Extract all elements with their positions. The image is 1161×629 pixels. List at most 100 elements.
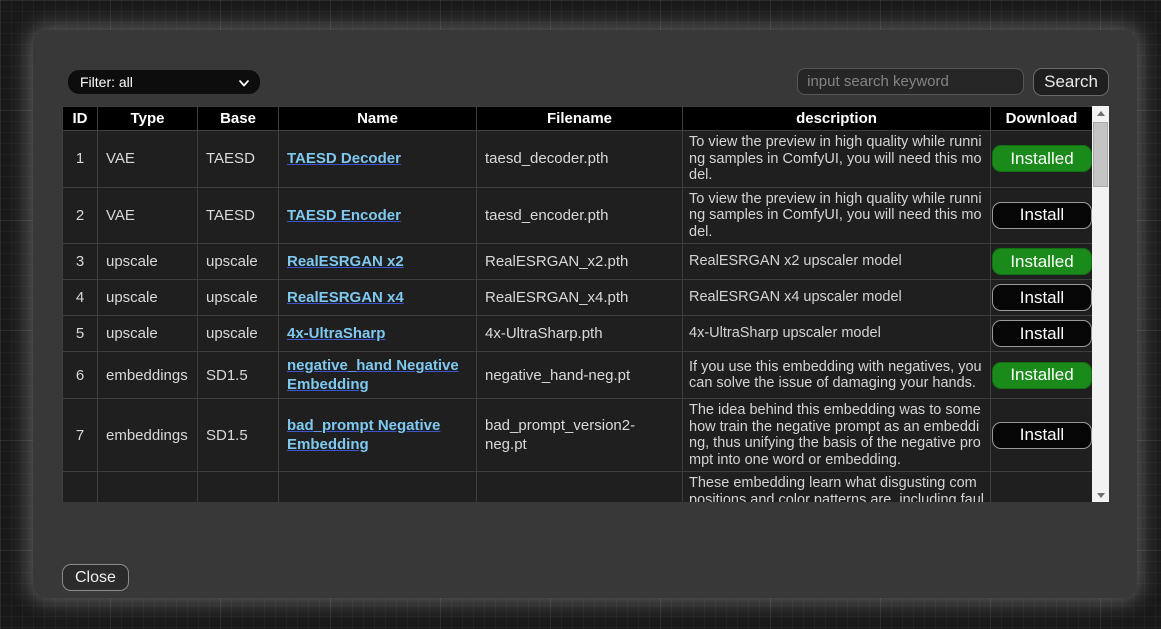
cell-id: 5	[63, 316, 98, 352]
cell-type: VAE	[98, 131, 198, 188]
table-row: 5 upscale upscale 4x-UltraSharp 4x-Ultra…	[63, 316, 1093, 352]
table-row: 2 VAE TAESD TAESD Encoder taesd_encoder.…	[63, 187, 1093, 244]
install-button[interactable]: Install	[992, 284, 1092, 311]
model-name-link[interactable]: negative_hand Negative Embedding	[287, 357, 459, 393]
cell-filename: RealESRGAN_x4.pth	[477, 280, 683, 316]
cell-description: To view the preview in high quality whil…	[683, 131, 991, 188]
cell-filename: RealESRGAN_x2.pth	[477, 244, 683, 280]
model-table-zone: IDTypeBaseNameFilenamedescriptionDownloa…	[62, 106, 1109, 502]
column-header: description	[683, 107, 991, 131]
cell-download: Install	[991, 187, 1093, 244]
cell-base: TAESD	[198, 187, 279, 244]
cell-name: TAESD Decoder	[279, 131, 477, 188]
cell-type	[98, 472, 198, 503]
cell-filename: 4x-UltraSharp.pth	[477, 316, 683, 352]
cell-type: upscale	[98, 316, 198, 352]
search-input[interactable]	[797, 68, 1024, 95]
cell-filename: negative_hand-neg.pt	[477, 352, 683, 399]
table-row: 3 upscale upscale RealESRGAN x2 RealESRG…	[63, 244, 1093, 280]
cell-name	[279, 472, 477, 503]
cell-download: Installed	[991, 131, 1093, 188]
model-name-link[interactable]: RealESRGAN x2	[287, 253, 404, 270]
close-button[interactable]: Close	[62, 564, 129, 591]
install-button[interactable]: Install	[992, 202, 1092, 229]
cell-download: Installed	[991, 352, 1093, 399]
column-header: Base	[198, 107, 279, 131]
table-body: 1 VAE TAESD TAESD Decoder taesd_decoder.…	[63, 131, 1093, 503]
model-manager-dialog: Filter: all Search IDTypeBaseNameFilenam…	[33, 30, 1137, 598]
cell-filename: bad_prompt_version2-neg.pt	[477, 399, 683, 472]
cell-name: 4x-UltraSharp	[279, 316, 477, 352]
model-table-viewport: IDTypeBaseNameFilenamedescriptionDownloa…	[62, 106, 1092, 502]
cell-type: upscale	[98, 244, 198, 280]
installed-button[interactable]: Installed	[992, 145, 1092, 172]
cell-id	[63, 472, 98, 503]
search-button[interactable]: Search	[1033, 68, 1109, 96]
column-header: Filename	[477, 107, 683, 131]
install-button[interactable]: Install	[992, 422, 1092, 449]
cell-id: 6	[63, 352, 98, 399]
cell-base: upscale	[198, 316, 279, 352]
model-name-link[interactable]: RealESRGAN x4	[287, 289, 404, 306]
cell-filename: taesd_decoder.pth	[477, 131, 683, 188]
column-header: ID	[63, 107, 98, 131]
model-table: IDTypeBaseNameFilenamedescriptionDownloa…	[62, 106, 1092, 502]
chevron-down-icon	[238, 76, 250, 88]
table-row: These embedding learn what disgusting co…	[63, 472, 1093, 503]
cell-download: Install	[991, 280, 1093, 316]
cell-type: upscale	[98, 280, 198, 316]
cell-base: SD1.5	[198, 399, 279, 472]
cell-base: upscale	[198, 280, 279, 316]
table-row: 6 embeddings SD1.5 negative_hand Negativ…	[63, 352, 1093, 399]
cell-type: embeddings	[98, 399, 198, 472]
dialog-toolbar: Filter: all Search	[62, 68, 1109, 95]
filter-selected-value: Filter: all	[80, 74, 238, 90]
cell-filename	[477, 472, 683, 503]
search-group: Search	[797, 68, 1109, 96]
cell-description: If you use this embedding with negatives…	[683, 352, 991, 399]
cell-description: To view the preview in high quality whil…	[683, 187, 991, 244]
cell-name: RealESRGAN x4	[279, 280, 477, 316]
filter-select[interactable]: Filter: all	[67, 69, 261, 95]
cell-download: Installed	[991, 244, 1093, 280]
cell-download: Install	[991, 316, 1093, 352]
model-name-link[interactable]: TAESD Encoder	[287, 207, 401, 224]
column-header: Type	[98, 107, 198, 131]
cell-name: bad_prompt Negative Embedding	[279, 399, 477, 472]
cell-description: These embedding learn what disgusting co…	[683, 472, 991, 503]
cell-id: 7	[63, 399, 98, 472]
cell-base: TAESD	[198, 131, 279, 188]
table-scrollbar[interactable]	[1092, 106, 1109, 502]
table-header-row: IDTypeBaseNameFilenamedescriptionDownloa…	[63, 107, 1093, 131]
cell-description: RealESRGAN x2 upscaler model	[683, 244, 991, 280]
table-row: 1 VAE TAESD TAESD Decoder taesd_decoder.…	[63, 131, 1093, 188]
model-name-link[interactable]: TAESD Decoder	[287, 150, 401, 167]
cell-type: embeddings	[98, 352, 198, 399]
model-name-link[interactable]: 4x-UltraSharp	[287, 325, 385, 342]
cell-base	[198, 472, 279, 503]
cell-id: 1	[63, 131, 98, 188]
cell-name: RealESRGAN x2	[279, 244, 477, 280]
cell-download	[991, 472, 1093, 503]
scroll-up-arrow-icon[interactable]	[1092, 106, 1109, 120]
installed-button[interactable]: Installed	[992, 248, 1092, 275]
cell-description: 4x-UltraSharp upscaler model	[683, 316, 991, 352]
install-button[interactable]: Install	[992, 320, 1092, 347]
cell-name: TAESD Encoder	[279, 187, 477, 244]
cell-base: SD1.5	[198, 352, 279, 399]
model-name-link[interactable]: bad_prompt Negative Embedding	[287, 417, 440, 453]
cell-filename: taesd_encoder.pth	[477, 187, 683, 244]
cell-download: Install	[991, 399, 1093, 472]
cell-base: upscale	[198, 244, 279, 280]
column-header: Download	[991, 107, 1093, 131]
cell-name: negative_hand Negative Embedding	[279, 352, 477, 399]
column-header: Name	[279, 107, 477, 131]
scroll-down-arrow-icon[interactable]	[1092, 488, 1109, 502]
cell-type: VAE	[98, 187, 198, 244]
table-row: 4 upscale upscale RealESRGAN x4 RealESRG…	[63, 280, 1093, 316]
cell-id: 3	[63, 244, 98, 280]
installed-button[interactable]: Installed	[992, 362, 1092, 389]
scrollbar-thumb[interactable]	[1093, 122, 1108, 187]
cell-id: 4	[63, 280, 98, 316]
cell-description: RealESRGAN x4 upscaler model	[683, 280, 991, 316]
